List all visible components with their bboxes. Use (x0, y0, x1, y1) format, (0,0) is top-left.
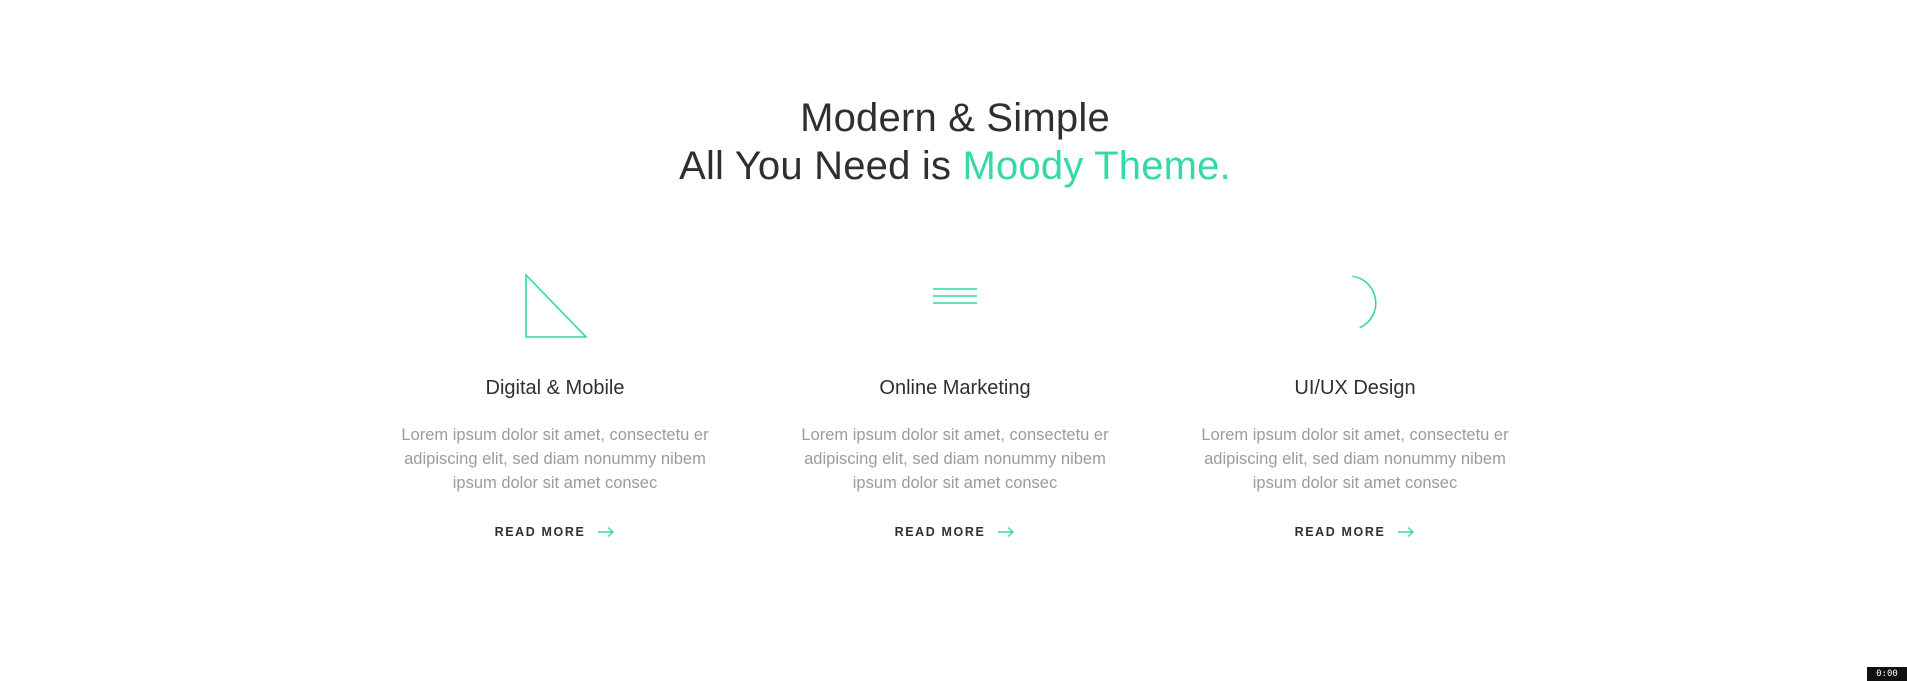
arrow-right-icon (597, 526, 615, 538)
heading-line-2-prefix: All You Need is (679, 144, 963, 188)
feature-card-online-marketing: Online Marketing Lorem ipsum dolor sit a… (775, 266, 1135, 541)
feature-description: Lorem ipsum dolor sit amet, consectetu e… (401, 426, 709, 492)
read-more-link[interactable]: READ MORE (895, 525, 1016, 539)
features-row: Digital & Mobile Lorem ipsum dolor sit a… (0, 266, 1907, 566)
read-more-label: READ MORE (494, 525, 586, 539)
arrow-right-icon (1397, 526, 1415, 538)
section-heading: Modern & Simple All You Need is Moody Th… (0, 94, 1907, 190)
feature-title: Online Marketing (879, 377, 1031, 399)
arrow-right-icon (997, 526, 1015, 538)
services-section: Modern & Simple All You Need is Moody Th… (0, 0, 1907, 681)
read-more-link[interactable]: READ MORE (495, 525, 616, 539)
read-more-label: READ MORE (1294, 525, 1386, 539)
feature-card-digital-mobile: Digital & Mobile Lorem ipsum dolor sit a… (375, 266, 735, 541)
read-more-link[interactable]: READ MORE (1295, 525, 1416, 539)
feature-title: UI/UX Design (1294, 377, 1416, 399)
feature-description: Lorem ipsum dolor sit amet, consectetu e… (1201, 426, 1509, 492)
half-circle-icon (1315, 266, 1395, 346)
feature-description: Lorem ipsum dolor sit amet, consectetu e… (801, 426, 1109, 492)
heading-accent-text: Moody Theme. (962, 144, 1231, 188)
feature-card-ui-ux-design: UI/UX Design Lorem ipsum dolor sit amet,… (1175, 266, 1535, 541)
timer-readout: 0:00 (1867, 667, 1907, 681)
read-more-label: READ MORE (894, 525, 986, 539)
triangle-icon (515, 266, 595, 346)
heading-line-1: Modern & Simple (800, 96, 1110, 140)
lines-icon (915, 266, 995, 346)
feature-title: Digital & Mobile (485, 377, 625, 399)
heading-line-2: All You Need is Moody Theme. (0, 142, 1907, 190)
